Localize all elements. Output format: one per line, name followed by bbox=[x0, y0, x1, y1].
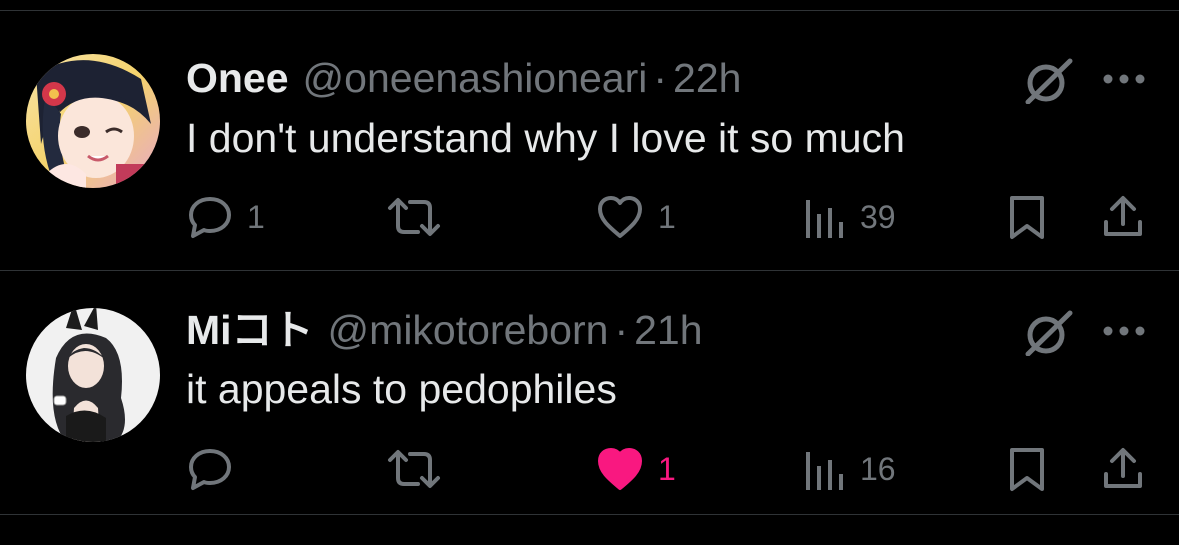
timestamp[interactable]: 21h bbox=[634, 307, 702, 353]
like-button[interactable]: 1 bbox=[596, 446, 676, 492]
grok-icon[interactable] bbox=[1022, 58, 1074, 104]
bookmark-icon bbox=[1010, 196, 1044, 239]
bookmark-icon bbox=[1010, 448, 1044, 491]
more-icon[interactable] bbox=[1102, 72, 1146, 86]
post[interactable]: Miコト @mikotoreborn · 21h it appeals to pedo… bbox=[0, 270, 1179, 528]
bottom-divider bbox=[0, 514, 1179, 515]
reply-icon bbox=[189, 449, 231, 490]
separator-dot: · bbox=[614, 307, 629, 353]
like-icon bbox=[598, 196, 642, 238]
avatar[interactable] bbox=[26, 308, 160, 442]
post[interactable]: Onee @oneenashioneari · 22h I don't underst… bbox=[0, 10, 1179, 268]
bookmark-button[interactable] bbox=[1007, 194, 1047, 240]
display-name[interactable]: Onee bbox=[186, 55, 289, 101]
like-count: 1 bbox=[658, 451, 676, 487]
views-button[interactable]: 16 bbox=[804, 446, 896, 492]
like-filled-icon bbox=[598, 448, 642, 490]
share-button[interactable] bbox=[1101, 194, 1145, 240]
share-icon bbox=[1104, 448, 1142, 488]
retweet-icon bbox=[388, 450, 440, 488]
like-count: 1 bbox=[658, 199, 676, 235]
reply-button[interactable]: 1 bbox=[187, 194, 265, 240]
separator-dot: · bbox=[653, 55, 668, 101]
post-text: I don't understand why I love it so much bbox=[186, 115, 905, 161]
avatar[interactable] bbox=[26, 54, 160, 188]
view-count: 39 bbox=[860, 199, 896, 235]
views-icon bbox=[806, 452, 843, 490]
timestamp[interactable]: 22h bbox=[673, 55, 741, 101]
display-name[interactable]: Miコト bbox=[186, 307, 314, 353]
post-header: Miコト @mikotoreborn · 21h bbox=[186, 305, 703, 355]
grok-icon[interactable] bbox=[1022, 310, 1074, 356]
retweet-button[interactable] bbox=[386, 194, 456, 240]
more-icon[interactable] bbox=[1102, 324, 1146, 338]
retweet-icon bbox=[388, 198, 440, 236]
post-text: it appeals to pedophiles bbox=[186, 366, 617, 412]
user-handle[interactable]: @mikotoreborn bbox=[328, 307, 609, 353]
bookmark-button[interactable] bbox=[1007, 446, 1047, 492]
post-header: Onee @oneenashioneari · 22h bbox=[186, 53, 741, 103]
views-button[interactable]: 39 bbox=[804, 194, 896, 240]
like-button[interactable]: 1 bbox=[596, 194, 676, 240]
avatar-image bbox=[26, 308, 160, 442]
retweet-button[interactable] bbox=[386, 446, 456, 492]
views-icon bbox=[806, 200, 843, 238]
reply-button[interactable] bbox=[187, 446, 247, 492]
view-count: 16 bbox=[860, 451, 896, 487]
avatar-image bbox=[26, 54, 160, 188]
share-icon bbox=[1104, 196, 1142, 236]
user-handle[interactable]: @oneenashioneari bbox=[303, 55, 648, 101]
reply-count: 1 bbox=[247, 199, 265, 235]
reply-icon bbox=[189, 197, 231, 238]
share-button[interactable] bbox=[1101, 446, 1145, 492]
